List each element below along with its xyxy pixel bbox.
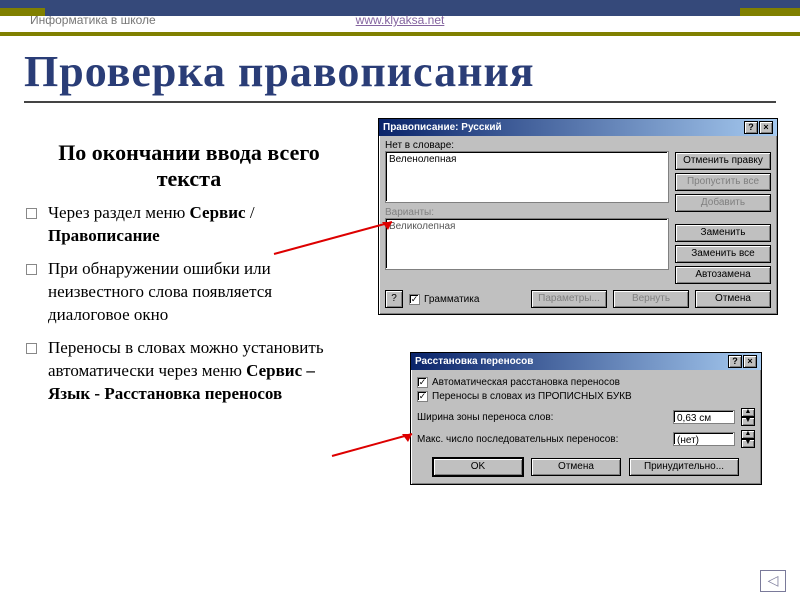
autoreplace-button[interactable]: Автозамена (675, 266, 771, 284)
help-button[interactable]: ? (744, 121, 758, 134)
grammar-checkbox[interactable]: ✓Грамматика (409, 294, 479, 305)
undo-edit-button[interactable]: Отменить правку (675, 152, 771, 170)
close-button[interactable]: × (743, 355, 757, 368)
titlebar[interactable]: Правописание: Русский ? × (379, 119, 777, 136)
bullet-text: Через раздел меню (48, 203, 190, 222)
max-consec-field[interactable]: (нет) (673, 432, 735, 446)
cancel-button[interactable]: Отмена (531, 458, 621, 476)
variants-list[interactable]: Великолепная (385, 218, 669, 270)
page-title: Проверка правописания (24, 46, 776, 97)
dialog-title: Правописание: Русский (383, 119, 502, 136)
ok-button[interactable]: OK (433, 458, 523, 476)
variants-label: Варианты: (385, 207, 669, 218)
skip-all-button[interactable]: Пропустить все (675, 173, 771, 191)
title-rule (24, 101, 776, 103)
slide-text: По окончании ввода всего текста Через ра… (24, 140, 354, 416)
list-item: Через раздел меню Сервис / Правописание (24, 202, 354, 248)
checkbox-label: Грамматика (424, 294, 479, 305)
spin-up[interactable]: ▲ (741, 430, 755, 439)
replace-all-button[interactable]: Заменить все (675, 245, 771, 263)
zone-width-label: Ширина зоны переноса слов: (417, 412, 667, 423)
bullet-text: / (246, 203, 255, 222)
arrow-icon (330, 430, 420, 460)
hyphenation-dialog: Расстановка переносов ? × ✓Автоматическа… (410, 352, 762, 485)
header-site-link[interactable]: www.klyaksa.net (356, 13, 445, 27)
bullet-text: При обнаружении ошибки или неизвестного … (48, 259, 272, 324)
help-button[interactable]: ? (728, 355, 742, 368)
auto-hyphen-checkbox[interactable]: ✓Автоматическая расстановка переносов (417, 377, 755, 388)
spin-down[interactable]: ▼ (741, 417, 755, 426)
replace-button[interactable]: Заменить (675, 224, 771, 242)
add-button[interactable]: Добавить (675, 194, 771, 212)
max-consec-label: Макс. число последовательных переносов: (417, 434, 667, 445)
close-button[interactable]: × (759, 121, 773, 134)
not-in-dict-label: Нет в словаре: (385, 140, 669, 151)
titlebar[interactable]: Расстановка переносов ? × (411, 353, 761, 370)
caps-hyphen-checkbox[interactable]: ✓Переносы в словах из ПРОПИСНЫХ БУКВ (417, 391, 755, 402)
list-item: При обнаружении ошибки или неизвестного … (24, 258, 354, 327)
dialog-title: Расстановка переносов (415, 353, 533, 370)
list-item: Переносы в словах можно установить автом… (24, 337, 354, 406)
bullet-bold: Сервис (190, 203, 246, 222)
revert-button[interactable]: Вернуть (613, 290, 689, 308)
force-button[interactable]: Принудительно... (629, 458, 739, 476)
bullet-bold: Правописание (48, 226, 160, 245)
spin-up[interactable]: ▲ (741, 408, 755, 417)
zone-width-field[interactable]: 0,63 см (673, 410, 735, 424)
spelling-dialog: Правописание: Русский ? × Нет в словаре:… (378, 118, 778, 315)
not-in-dict-field[interactable]: Веленолепная (385, 151, 669, 203)
params-button[interactable]: Параметры... (531, 290, 607, 308)
bullet-list: Через раздел меню Сервис / Правописание … (24, 202, 354, 406)
checkbox-label: Автоматическая расстановка переносов (432, 377, 620, 388)
subheading: По окончании ввода всего текста (24, 140, 354, 192)
checkbox-label: Переносы в словах из ПРОПИСНЫХ БУКВ (432, 391, 632, 402)
cancel-button[interactable]: Отмена (695, 290, 771, 308)
help-icon-button[interactable]: ? (385, 290, 403, 308)
prev-slide-button[interactable]: ◁ (760, 570, 786, 592)
spin-down[interactable]: ▼ (741, 439, 755, 448)
header-bar: Информатика в школе www.klyaksa.net (0, 0, 800, 36)
